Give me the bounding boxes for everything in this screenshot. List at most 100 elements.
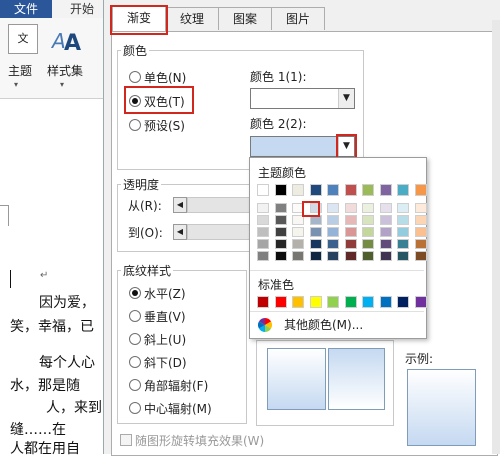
radio-dot[interactable] <box>129 402 141 414</box>
radio-dot[interactable] <box>129 356 141 368</box>
standard-color-swatch[interactable] <box>257 296 269 308</box>
tab-texture[interactable]: 纹理 <box>165 7 219 30</box>
standard-color-swatch[interactable] <box>292 296 304 308</box>
theme-color-swatch[interactable] <box>274 239 287 249</box>
radio-dot[interactable] <box>129 119 141 131</box>
theme-color-swatch[interactable] <box>327 251 339 261</box>
theme-color-swatch[interactable] <box>274 227 287 237</box>
theme-color-swatch[interactable] <box>397 215 409 225</box>
theme-color-swatch[interactable] <box>292 184 304 196</box>
shading-from-corner-radio[interactable]: 角部辐射(F) <box>129 377 208 394</box>
styles-icon[interactable]: A A <box>50 24 84 54</box>
standard-color-swatch[interactable] <box>327 296 339 308</box>
transparency-from-slider[interactable] <box>187 197 251 213</box>
theme-color-swatch[interactable] <box>344 203 357 213</box>
standard-color-swatch[interactable] <box>414 296 427 308</box>
radio-dot[interactable] <box>129 379 141 391</box>
theme-color-swatch[interactable] <box>362 215 374 225</box>
theme-color-swatch[interactable] <box>414 227 427 237</box>
theme-color-swatch[interactable] <box>379 215 392 225</box>
slider-left-icon[interactable]: ◀ <box>173 197 187 213</box>
theme-color-swatch[interactable] <box>344 251 357 261</box>
standard-color-swatch[interactable] <box>344 296 357 308</box>
theme-color-swatch[interactable] <box>309 239 322 249</box>
theme-color-swatch[interactable] <box>344 227 357 237</box>
theme-color-swatch[interactable] <box>379 239 392 249</box>
theme-color-swatch[interactable] <box>362 203 374 213</box>
slider-left-icon[interactable]: ◀ <box>173 224 187 240</box>
standard-color-swatch[interactable] <box>309 296 322 308</box>
theme-color-swatch[interactable] <box>414 239 427 249</box>
theme-color-swatch[interactable] <box>344 239 357 249</box>
theme-color-swatch[interactable] <box>327 215 339 225</box>
theme-color-swatch[interactable] <box>327 239 339 249</box>
theme-icon[interactable]: 文 <box>8 24 38 54</box>
theme-color-swatch[interactable] <box>309 251 322 261</box>
more-colors-item[interactable]: 其他颜色(M)... <box>284 316 363 333</box>
theme-color-swatch[interactable] <box>309 184 322 196</box>
rotate-with-shape-checkbox[interactable]: 随图形旋转填充效果(W) <box>120 432 264 449</box>
theme-color-swatch[interactable] <box>379 251 392 261</box>
theme-color-swatch[interactable] <box>379 184 392 196</box>
theme-color-swatch[interactable] <box>362 227 374 237</box>
radio-dot[interactable] <box>129 310 141 322</box>
shading-diagonal-up-radio[interactable]: 斜上(U) <box>129 331 186 348</box>
theme-color-swatch[interactable] <box>257 184 269 196</box>
variant-preview[interactable] <box>328 348 385 410</box>
theme-color-swatch[interactable] <box>397 184 409 196</box>
theme-color-swatch[interactable] <box>397 227 409 237</box>
one-color-radio[interactable]: 单色(N) <box>129 69 186 86</box>
theme-color-swatch[interactable] <box>292 227 304 237</box>
theme-color-swatch[interactable] <box>257 227 269 237</box>
theme-button-label[interactable]: 主题 <box>8 62 32 79</box>
start-tab[interactable]: 开始 <box>70 0 94 18</box>
chevron-down-icon[interactable]: ▼ <box>338 89 354 108</box>
theme-color-swatch[interactable] <box>362 239 374 249</box>
checkbox-box[interactable] <box>120 434 132 446</box>
shading-vertical-radio[interactable]: 垂直(V) <box>129 308 186 325</box>
theme-color-swatch[interactable] <box>397 251 409 261</box>
theme-color-swatch[interactable] <box>344 184 357 196</box>
theme-color-swatch[interactable] <box>362 184 374 196</box>
transparency-to-slider[interactable] <box>187 224 251 240</box>
theme-color-swatch[interactable] <box>344 215 357 225</box>
standard-color-swatch[interactable] <box>274 296 287 308</box>
theme-color-swatch[interactable] <box>379 227 392 237</box>
preset-radio[interactable]: 预设(S) <box>129 117 185 134</box>
theme-color-swatch[interactable] <box>414 251 427 261</box>
tab-picture[interactable]: 图片 <box>271 7 325 30</box>
theme-color-swatch[interactable] <box>397 239 409 249</box>
theme-dropdown-icon[interactable]: ▾ <box>14 80 18 89</box>
theme-color-swatch[interactable] <box>257 251 269 261</box>
theme-color-swatch[interactable] <box>257 203 269 213</box>
theme-color-swatch[interactable] <box>274 184 287 196</box>
shading-horizontal-radio[interactable]: 水平(Z) <box>129 285 186 302</box>
theme-color-swatch[interactable] <box>257 215 269 225</box>
standard-color-swatch[interactable] <box>379 296 392 308</box>
theme-color-swatch[interactable] <box>292 239 304 249</box>
theme-color-swatch[interactable] <box>414 203 427 213</box>
theme-color-swatch[interactable] <box>327 203 339 213</box>
theme-color-swatch[interactable] <box>274 251 287 261</box>
file-tab[interactable]: 文件 <box>0 0 52 18</box>
standard-color-swatch[interactable] <box>397 296 409 308</box>
theme-color-swatch[interactable] <box>327 227 339 237</box>
radio-dot[interactable] <box>129 71 141 83</box>
shading-diagonal-down-radio[interactable]: 斜下(D) <box>129 354 187 371</box>
variant-preview[interactable] <box>267 348 326 410</box>
theme-color-swatch[interactable] <box>362 251 374 261</box>
theme-color-swatch[interactable] <box>309 227 322 237</box>
theme-color-swatch[interactable] <box>414 184 427 196</box>
theme-color-swatch[interactable] <box>274 203 287 213</box>
theme-color-swatch[interactable] <box>274 215 287 225</box>
styles-button-label[interactable]: 样式集 <box>47 62 83 79</box>
theme-color-swatch[interactable] <box>327 184 339 196</box>
theme-color-swatch[interactable] <box>379 203 392 213</box>
theme-color-swatch[interactable] <box>397 203 409 213</box>
styles-dropdown-icon[interactable]: ▾ <box>60 80 64 89</box>
tab-pattern[interactable]: 图案 <box>218 7 272 30</box>
radio-dot-selected[interactable] <box>129 287 141 299</box>
theme-color-swatch[interactable] <box>414 215 427 225</box>
color1-dropdown[interactable]: ▼ <box>250 88 355 109</box>
standard-color-swatch[interactable] <box>362 296 374 308</box>
